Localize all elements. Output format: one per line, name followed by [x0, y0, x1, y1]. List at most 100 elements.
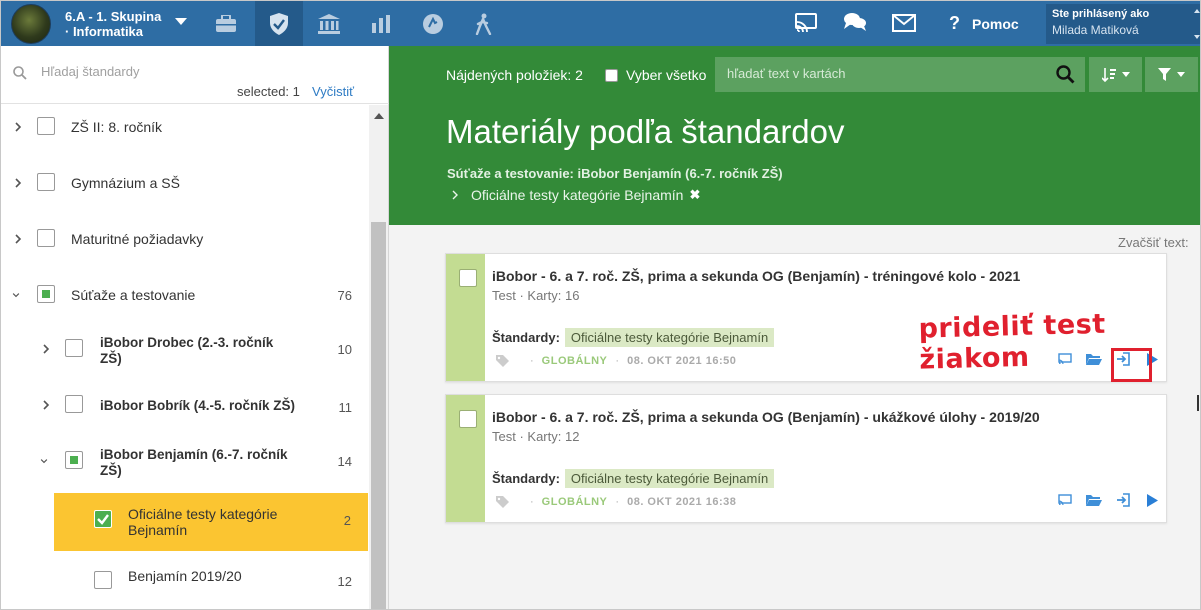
chevron-right-icon[interactable] — [13, 232, 23, 246]
chevron-right-icon[interactable] — [13, 176, 23, 190]
checkbox[interactable] — [605, 68, 618, 82]
top-bar: 6.A - 1. Skupina · Informatika ? Pomoc S… — [1, 1, 1200, 46]
tree-item[interactable]: Benjamín 2019/20 12 — [1, 555, 369, 603]
chat-icon[interactable] — [843, 11, 867, 38]
tree-checkbox[interactable] — [37, 229, 55, 247]
tree-item[interactable]: iBobor Drobec (2.-3. ročník ZŠ) 10 — [1, 327, 369, 375]
bar-chart-icon[interactable] — [357, 1, 405, 46]
filter-button[interactable] — [1145, 57, 1198, 92]
standards-search-input[interactable] — [41, 64, 361, 79]
card-meta: Test · Karty: 12 — [492, 429, 580, 444]
tree-item-count: 2 — [343, 513, 351, 528]
tag-icon[interactable] — [496, 355, 510, 367]
tree-item-label: Gymnázium a SŠ — [71, 175, 180, 191]
scroll-up-icon[interactable] — [374, 113, 384, 119]
tree-item-count: 11 — [338, 400, 353, 415]
chevron-right-icon — [452, 190, 458, 200]
user-menu[interactable]: Ste prihlásený ako Milada Matiková — [1046, 4, 1200, 44]
help-label: Pomoc — [972, 15, 1019, 32]
tree-item[interactable]: Maturitné požiadavky — [1, 217, 369, 265]
group-name-line2: · Informatika — [65, 24, 144, 39]
tree-checkbox[interactable] — [65, 451, 83, 469]
cast-icon[interactable] — [795, 11, 817, 38]
scope-label: GLOBÁLNY — [541, 355, 608, 367]
tree-item-selected[interactable]: Oficiálne testy kategórie Bejnamín 2 — [54, 493, 368, 551]
sort-button[interactable] — [1089, 57, 1142, 92]
tree-item-label: ZŠ II: 8. ročník — [71, 119, 163, 135]
tree-item-label: iBobor Benjamín (6.-7. ročník ZŠ) — [100, 447, 288, 478]
award-icon[interactable] — [409, 1, 457, 46]
materials-header: Nájdených položiek: 2 Vyber všetko Mater… — [389, 46, 1200, 225]
tree-item-label: Maturitné požiadavky — [71, 231, 204, 247]
card-footer: · GLOBÁLNY · 08. OKT 2021 16:38 — [496, 496, 736, 508]
tree-item[interactable]: iBobor Benjamín (6.-7. ročník ZŠ) 14 — [1, 439, 369, 487]
user-name: Milada Matiková — [1052, 23, 1139, 37]
standard-chip[interactable]: Oficiálne testy kategórie Bejnamín — [564, 328, 775, 347]
standard-chip[interactable]: Oficiálne testy kategórie Bejnamín — [564, 469, 775, 488]
clear-selection-link[interactable]: Vyčistiť — [312, 84, 354, 99]
play-icon[interactable] — [1141, 491, 1162, 509]
chevron-right-icon[interactable] — [41, 398, 51, 412]
tree-item[interactable]: ZŠ II: 8. ročník — [1, 105, 369, 153]
briefcase-icon[interactable] — [202, 1, 250, 46]
card-title[interactable]: iBobor - 6. a 7. roč. ZŠ, prima a sekund… — [492, 268, 1020, 284]
card-search-input[interactable] — [727, 66, 1027, 81]
folder-open-icon[interactable] — [1083, 491, 1104, 509]
tree-item[interactable]: iBobor Bobrík (4.-5. ročník ZŠ) 11 — [1, 383, 369, 431]
found-count: Nájdených položiek: 2 — [446, 67, 583, 83]
tree-checkbox[interactable] — [37, 173, 55, 191]
app-window: 6.A - 1. Skupina · Informatika ? Pomoc S… — [0, 0, 1201, 610]
checkmark-icon — [97, 514, 109, 525]
search-icon[interactable] — [1056, 65, 1075, 84]
tree-checkbox[interactable] — [94, 571, 112, 589]
chevron-down-icon[interactable] — [11, 288, 21, 302]
assign-test-icon[interactable] — [1112, 491, 1133, 509]
tree-checkbox[interactable] — [37, 285, 55, 303]
chevron-right-icon[interactable] — [13, 120, 23, 134]
active-standard-filter: Oficiálne testy kategórie Bejnamín ✖ — [451, 187, 700, 203]
help-button[interactable]: ? Pomoc — [949, 13, 1019, 34]
select-all-checkbox[interactable]: Vyber všetko — [605, 67, 706, 83]
card-checkbox[interactable] — [459, 269, 477, 287]
card-checkbox[interactable] — [459, 410, 477, 428]
tree-checkbox[interactable] — [65, 339, 83, 357]
scroll-arrows-icon[interactable] — [1194, 8, 1200, 40]
chevron-right-icon[interactable] — [41, 342, 51, 356]
group-avatar[interactable] — [11, 4, 51, 44]
institution-icon[interactable] — [305, 1, 353, 46]
card-title[interactable]: iBobor - 6. a 7. roč. ZŠ, prima a sekund… — [492, 409, 1040, 425]
tree-item-count: 12 — [337, 574, 352, 589]
hiking-icon[interactable] — [460, 1, 508, 46]
mail-icon[interactable] — [892, 14, 916, 37]
standards-tree: ZŠ II: 8. ročník Gymnázium a SŠ Maturitn… — [1, 105, 369, 609]
cast-icon[interactable] — [1054, 491, 1075, 509]
tree-item[interactable]: Gymnázium a SŠ — [1, 161, 369, 209]
standards-label: Štandardy: — [492, 471, 560, 486]
shield-icon[interactable] — [255, 1, 303, 46]
tree-item-label: Benjamín 2019/20 — [128, 568, 242, 584]
tag-icon[interactable] — [496, 496, 510, 508]
tree-item-label: Súťaže a testovanie — [71, 287, 196, 303]
card-meta: Test · Karty: 16 — [492, 288, 580, 303]
tree-item-label: iBobor Bobrík (4.-5. ročník ZŠ) — [100, 398, 296, 413]
tree-item[interactable]: Súťaže a testovanie 76 — [1, 273, 369, 321]
tree-checkbox[interactable] — [65, 395, 83, 413]
tree-checkbox[interactable] — [37, 117, 55, 135]
remove-filter-icon[interactable]: ✖ — [689, 187, 700, 203]
material-card[interactable]: iBobor - 6. a 7. roč. ZŠ, prima a sekund… — [445, 394, 1167, 523]
scrollbar-thumb[interactable] — [371, 222, 386, 609]
chevron-down-icon[interactable] — [39, 454, 49, 468]
tree-item-count: 10 — [337, 342, 352, 357]
standards-label: Štandardy: — [492, 330, 560, 345]
sidebar-scrollbar[interactable] — [369, 105, 388, 609]
breadcrumb: Súťaže a testovanie: iBobor Benjamín (6.… — [447, 166, 783, 181]
zoom-text-control[interactable]: Zvačšiť text: — [1118, 235, 1189, 250]
tree-checkbox-checked[interactable] — [94, 510, 112, 528]
filter-icon — [1158, 68, 1171, 81]
select-all-label: Vyber všetko — [626, 67, 707, 83]
group-name-line1: 6.A - 1. Skupina — [65, 9, 162, 24]
chevron-down-icon[interactable] — [175, 18, 187, 25]
tree-item-count: 14 — [337, 454, 352, 469]
group-selector[interactable]: 6.A - 1. Skupina · Informatika — [65, 9, 161, 39]
tree-item-label: Oficiálne testy kategórie Bejnamín — [128, 506, 278, 538]
